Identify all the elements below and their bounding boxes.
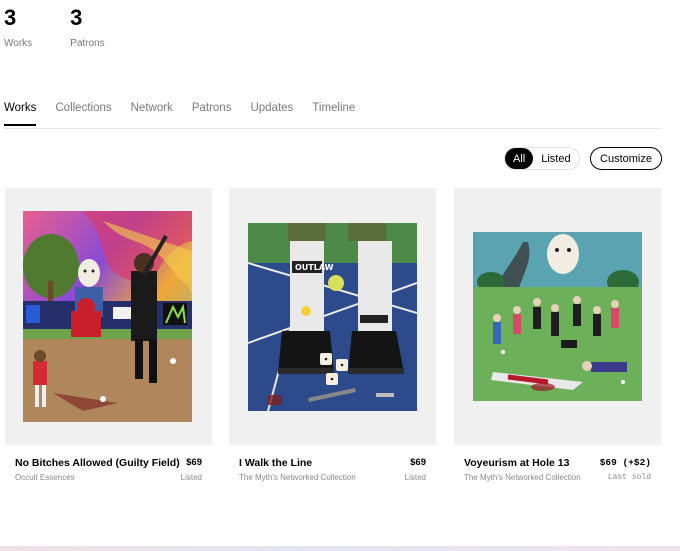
filter-all-button[interactable]: All [505, 148, 534, 169]
work-collection[interactable]: The Myth's Networked Collection [239, 473, 356, 482]
filter-listed-button[interactable]: Listed [533, 148, 578, 169]
work-price: $69 [410, 457, 426, 468]
tab-works[interactable]: Works [4, 102, 37, 126]
tab-patrons[interactable]: Patrons [192, 102, 232, 126]
profile-stats: 3 Works 3 Patrons [4, 5, 143, 50]
work-image-frame[interactable] [454, 188, 661, 445]
filter-toggle: All Listed [504, 147, 580, 170]
work-title[interactable]: No Bitches Allowed (Guilty Field) [15, 457, 180, 469]
tab-collections[interactable]: Collections [55, 102, 111, 126]
work-image-frame[interactable] [5, 188, 212, 445]
work-status: Listed [180, 473, 202, 482]
tab-updates[interactable]: Updates [250, 102, 293, 126]
customize-button[interactable]: Customize [590, 147, 662, 170]
work-image-frame[interactable]: OUTLAW [229, 188, 436, 445]
work-info: No Bitches Allowed (Guilty Field) $69 Oc… [5, 445, 212, 495]
work-status: Listed [404, 473, 426, 482]
tabs-divider [4, 128, 661, 129]
tab-timeline[interactable]: Timeline [312, 102, 355, 126]
work-info: I Walk the Line $69 The Myth's Networked… [229, 445, 436, 495]
work-card[interactable]: Voyeurism at Hole 13 $69 (+$2) The Myth'… [454, 188, 661, 495]
works-count: 3 [4, 5, 17, 30]
golf-course-chaos-artwork [473, 232, 642, 401]
work-title[interactable]: I Walk the Line [239, 457, 312, 469]
patrons-label: Patrons [70, 38, 105, 49]
svg-text:OUTLAW: OUTLAW [295, 263, 334, 272]
work-collection[interactable]: The Myth's Networked Collection [464, 473, 581, 482]
work-collection[interactable]: Occult Essences [15, 473, 75, 482]
work-card[interactable]: No Bitches Allowed (Guilty Field) $69 Oc… [5, 188, 212, 495]
patrons-stat[interactable]: 3 Patrons [70, 5, 105, 50]
bottom-gradient-strip [0, 546, 680, 551]
work-card[interactable]: OUTLAW I Walk the Line $69 The Myth's Ne… [229, 188, 436, 495]
work-price: $69 [186, 457, 202, 468]
work-title[interactable]: Voyeurism at Hole 13 [464, 457, 569, 469]
patrons-count: 3 [70, 5, 83, 30]
work-status: Last sold [607, 473, 651, 482]
profile-tabs: Works Collections Network Patrons Update… [4, 102, 374, 126]
works-stat[interactable]: 3 Works [4, 5, 33, 50]
sneakers-outlaw-artwork: OUTLAW [248, 223, 417, 411]
baseball-hockey-mask-artwork [23, 211, 192, 422]
work-price: $69 (+$2) [599, 457, 651, 468]
tab-network[interactable]: Network [131, 102, 173, 126]
works-label: Works [4, 38, 33, 49]
work-info: Voyeurism at Hole 13 $69 (+$2) The Myth'… [454, 445, 661, 495]
